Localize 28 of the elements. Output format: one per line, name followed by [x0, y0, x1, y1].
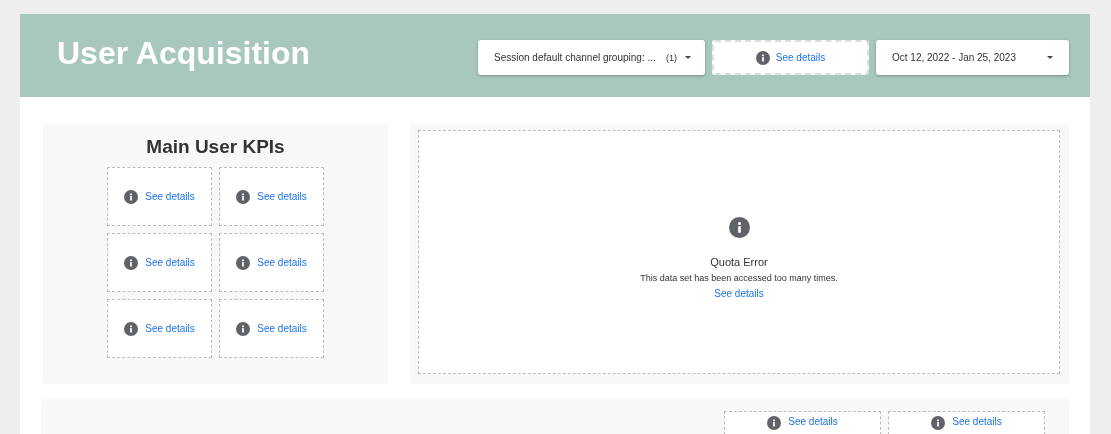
panel-title: Main User KPIs — [146, 136, 285, 158]
info-icon — [124, 189, 139, 204]
info-icon — [124, 321, 139, 336]
see-details-link[interactable]: See details — [257, 191, 307, 202]
report-title: User Acquisition — [57, 35, 312, 73]
see-details-link[interactable]: See details — [145, 257, 195, 268]
see-details-link[interactable]: See details — [775, 52, 826, 63]
info-icon — [236, 189, 251, 204]
info-icon — [124, 255, 139, 270]
see-details-link[interactable]: See details — [145, 191, 195, 202]
info-icon — [728, 217, 750, 238]
see-details-link[interactable]: See details — [952, 416, 1002, 427]
info-icon — [755, 50, 770, 65]
date-range-dropdown[interactable]: Oct 12, 2022 - Jan 25, 2023 — [876, 40, 1069, 75]
info-icon — [236, 255, 251, 270]
error-title: Quota Error — [710, 256, 768, 268]
channel-filter-dropdown[interactable]: Session default channel grouping: ... (1) — [478, 40, 705, 75]
see-details-link[interactable]: See details — [714, 288, 764, 299]
see-details-link[interactable]: See details — [257, 257, 307, 268]
info-icon — [767, 416, 782, 430]
caret-icon — [685, 56, 691, 59]
see-details-link[interactable]: See details — [145, 323, 195, 334]
see-details-link[interactable]: See details — [788, 416, 838, 427]
see-details-link[interactable]: See details — [257, 323, 307, 334]
info-icon — [236, 321, 251, 336]
info-icon — [931, 416, 946, 430]
error-message: This data set has been accessed too many times. — [640, 273, 838, 283]
caret-icon — [1047, 56, 1053, 59]
